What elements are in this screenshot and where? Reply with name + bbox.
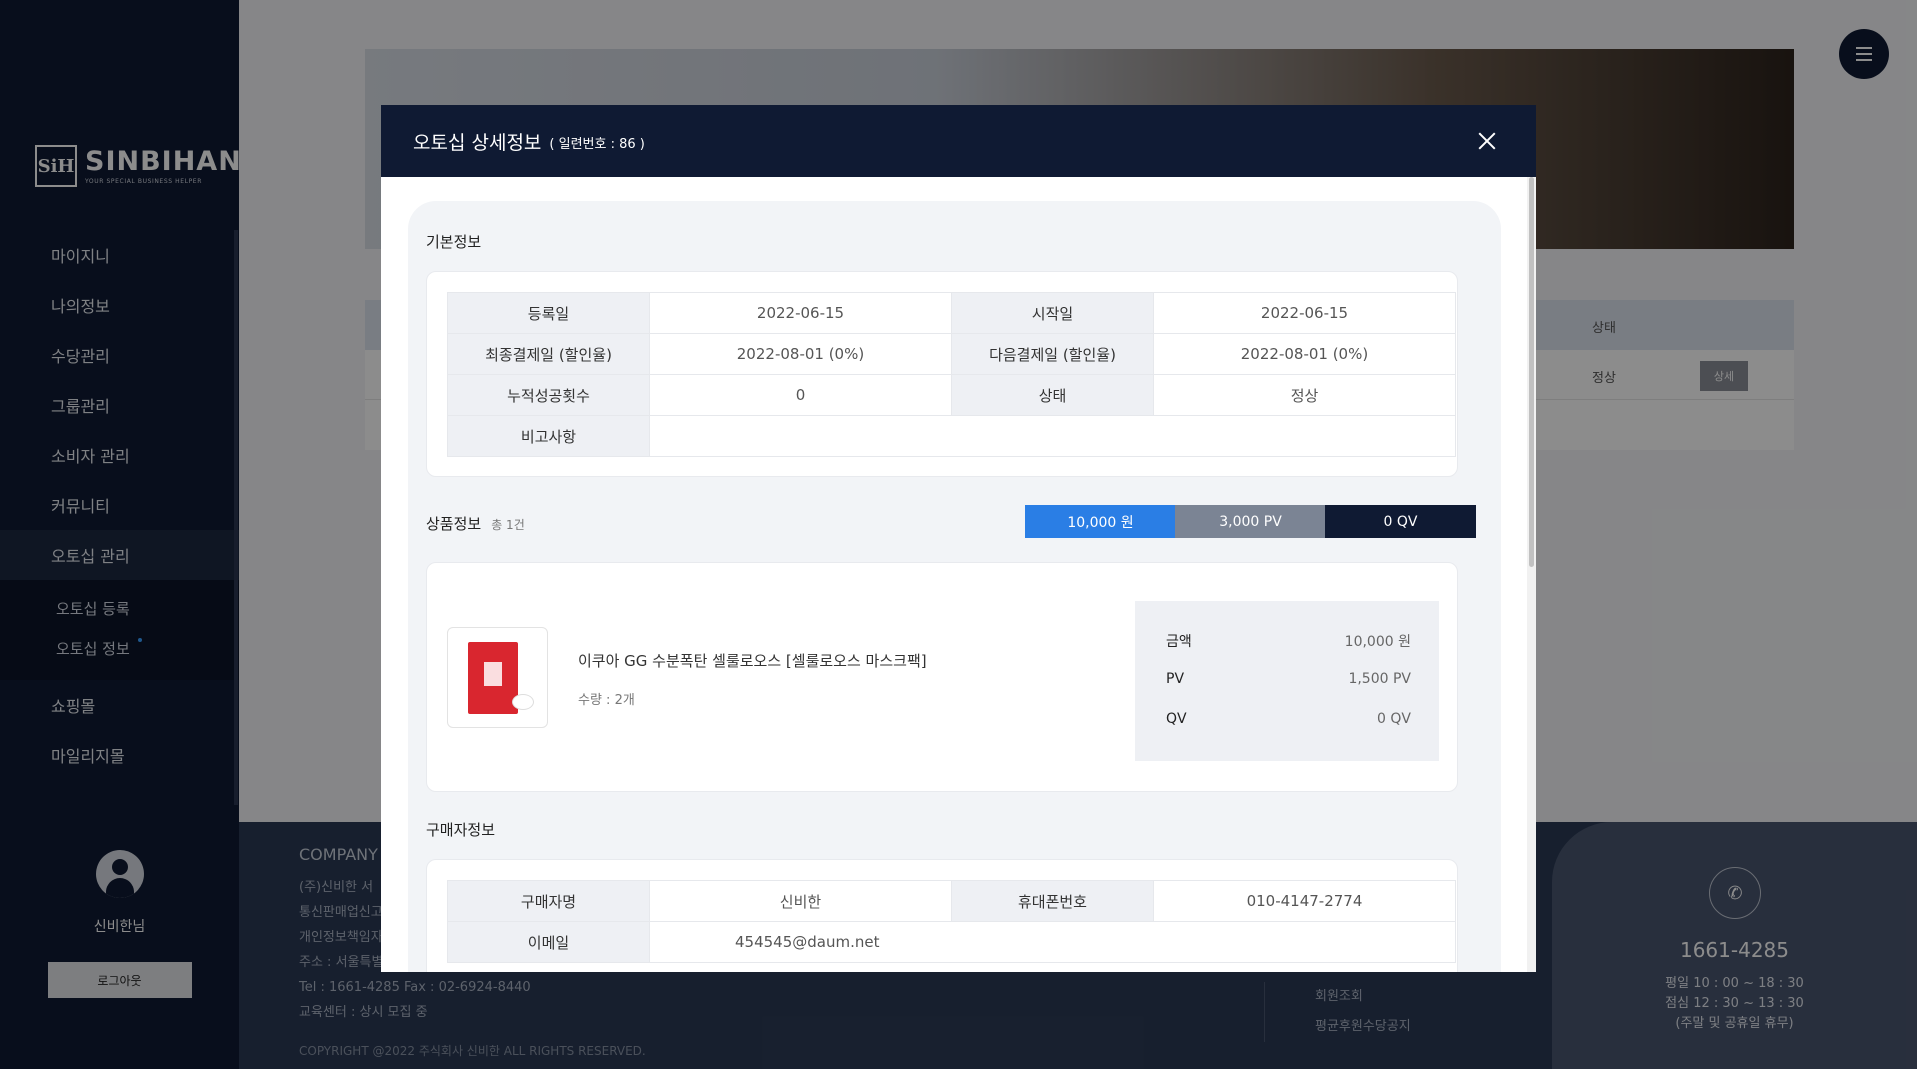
label-last-payment: 최종결제일 (할인율): [447, 333, 650, 375]
modal-serial: ( 일련번호 : 86 ): [549, 137, 645, 152]
product-image: [447, 627, 548, 728]
buyer-info-card: 구매자명 신비한 휴대폰번호 010-4147-2774 이메일 454545@…: [426, 859, 1458, 972]
value-note: [649, 415, 1456, 457]
modal-header: 오토십 상세정보 ( 일련번호 : 86 ): [381, 105, 1536, 177]
label-start: 시작일: [951, 292, 1154, 334]
basic-info-card: 등록일 2022-06-15 시작일 2022-06-15 최종결제일 (할인율…: [426, 271, 1458, 477]
close-icon[interactable]: [1475, 129, 1499, 153]
product-card: 이쿠아 GG 수분폭탄 셀룰로오스 [셀룰로오스 마스크팩] 수량 : 2개 금…: [426, 562, 1458, 792]
total-qv-badge: 0 QV: [1325, 505, 1476, 538]
value-email: 454545@daum.net: [649, 921, 1456, 963]
value-start: 2022-06-15: [1153, 292, 1456, 334]
basic-info-title: 기본정보: [426, 233, 482, 251]
modal-scrollbar[interactable]: [1527, 177, 1536, 972]
value-next-payment: 2022-08-01 (0%): [1153, 333, 1456, 375]
label-success-count: 누적성공횟수: [447, 374, 650, 416]
value-status: 정상: [1153, 374, 1456, 416]
price-label: 금액: [1166, 634, 1192, 650]
price-row-amount: 금액 10,000 원: [1166, 631, 1411, 651]
price-label: QV: [1166, 711, 1187, 727]
modal-body: 기본정보 등록일 2022-06-15 시작일 2022-06-15 최종결제일…: [408, 201, 1501, 972]
table-row: 비고사항: [447, 415, 1456, 457]
table-row: 구매자명 신비한 휴대폰번호 010-4147-2774: [447, 880, 1456, 922]
table-row: 이메일 454545@daum.net: [447, 921, 1456, 963]
label-mobile: 휴대폰번호: [951, 880, 1154, 922]
basic-info-table: 등록일 2022-06-15 시작일 2022-06-15 최종결제일 (할인율…: [447, 292, 1456, 457]
product-totals: 10,000 원 3,000 PV 0 QV: [426, 505, 1476, 538]
product-name: 이쿠아 GG 수분폭탄 셀룰로오스 [셀룰로오스 마스크팩]: [578, 652, 927, 670]
autoship-detail-modal: 오토십 상세정보 ( 일련번호 : 86 ) 기본정보 등록일 2022-06-…: [381, 105, 1536, 972]
value-last-payment: 2022-08-01 (0%): [649, 333, 952, 375]
label-status: 상태: [951, 374, 1154, 416]
table-row: 등록일 2022-06-15 시작일 2022-06-15: [447, 292, 1456, 334]
buyer-info-table: 구매자명 신비한 휴대폰번호 010-4147-2774 이메일 454545@…: [447, 880, 1456, 963]
price-row-pv: PV 1,500 PV: [1166, 671, 1411, 687]
label-note: 비고사항: [447, 415, 650, 457]
label-email: 이메일: [447, 921, 650, 963]
price-label: PV: [1166, 671, 1185, 687]
product-quantity: 수량 : 2개: [578, 693, 635, 708]
value-buyer-name: 신비한: [649, 880, 952, 922]
modal-title: 오토십 상세정보: [413, 131, 542, 154]
price-row-qv: QV 0 QV: [1166, 711, 1411, 727]
price-value: 1,500 PV: [1348, 671, 1411, 687]
price-value: 0 QV: [1377, 711, 1411, 727]
buyer-info-title: 구매자정보: [426, 821, 496, 839]
mask-pack-icon: [468, 642, 534, 714]
value-mobile: 010-4147-2774: [1153, 880, 1456, 922]
total-pv-badge: 3,000 PV: [1175, 505, 1326, 538]
table-row: 최종결제일 (할인율) 2022-08-01 (0%) 다음결제일 (할인율) …: [447, 333, 1456, 375]
table-row: 누적성공횟수 0 상태 정상: [447, 374, 1456, 416]
value-registered: 2022-06-15: [649, 292, 952, 334]
label-registered: 등록일: [447, 292, 650, 334]
modal-scrollbar-thumb[interactable]: [1529, 177, 1534, 567]
value-success-count: 0: [649, 374, 952, 416]
product-price-box: 금액 10,000 원 PV 1,500 PV QV 0 QV: [1135, 601, 1439, 761]
price-value: 10,000 원: [1344, 634, 1411, 650]
total-amount-badge: 10,000 원: [1025, 505, 1176, 538]
label-buyer-name: 구매자명: [447, 880, 650, 922]
label-next-payment: 다음결제일 (할인율): [951, 333, 1154, 375]
